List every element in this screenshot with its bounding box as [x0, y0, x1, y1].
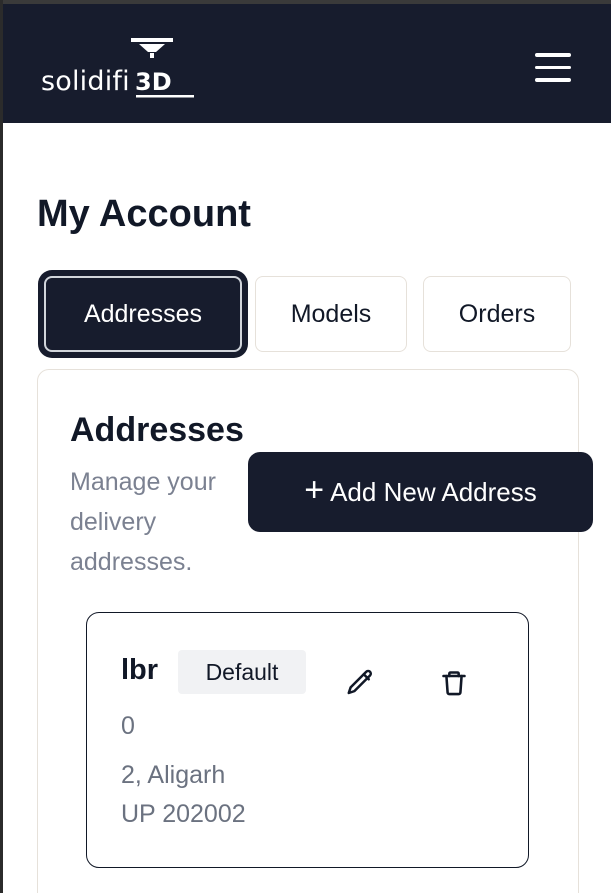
section-title: Addresses: [70, 411, 244, 449]
menu-bar-middle: [535, 65, 571, 69]
address-card: [86, 612, 529, 868]
add-new-address-button[interactable]: + Add New Address: [248, 452, 593, 532]
menu-bar-top: [535, 53, 571, 57]
menu-bar-bottom: [535, 78, 571, 82]
add-new-address-label: Add New Address: [330, 476, 537, 507]
logo-3d-printer-icon: 3D: [131, 38, 194, 98]
logo-text: solidifi: [41, 66, 130, 97]
tab-orders[interactable]: Orders: [423, 276, 571, 352]
hamburger-menu-icon[interactable]: [535, 53, 575, 85]
address-line-3: UP 202002: [121, 800, 246, 828]
logo-mark-text: 3D: [135, 68, 172, 96]
trash-icon: [442, 671, 466, 696]
tab-addresses[interactable]: Addresses: [44, 276, 242, 352]
window-frame-left: [0, 0, 3, 893]
logo[interactable]: solidifi 3D: [41, 38, 211, 100]
plus-icon: +: [304, 471, 325, 509]
top-navbar: solidifi 3D: [3, 4, 611, 123]
section-description: Manage your delivery addresses.: [70, 468, 216, 576]
account-tabs: Addresses Models Orders: [35, 267, 581, 359]
delete-address-button[interactable]: [434, 663, 474, 703]
address-line-2: 2, Aligarh: [121, 761, 226, 789]
pencil-icon: [347, 669, 373, 695]
tab-models[interactable]: Models: [255, 276, 407, 352]
page-title: My Account: [37, 193, 251, 235]
address-line-1: 0: [121, 712, 135, 740]
default-badge: Default: [178, 650, 306, 694]
address-name: lbr: [121, 654, 159, 686]
edit-address-button[interactable]: [340, 663, 380, 703]
